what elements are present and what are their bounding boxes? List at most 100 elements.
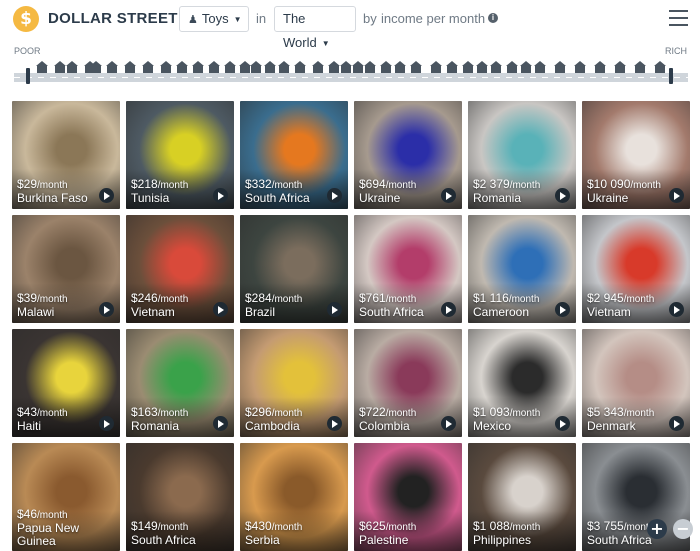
house-icon[interactable] <box>410 61 422 73</box>
house-icon[interactable] <box>446 61 458 73</box>
house-icon[interactable] <box>264 61 276 73</box>
play-icon[interactable] <box>555 188 570 203</box>
house-icon[interactable] <box>294 61 306 73</box>
photo-tile[interactable]: $1 093/month Mexico <box>468 329 576 437</box>
photo-tile[interactable]: $149/month South Africa <box>126 443 234 551</box>
photo-tile[interactable]: $1 088/month Philippines <box>468 443 576 551</box>
photo-tile[interactable]: $2 945/month Vietnam <box>582 215 690 323</box>
photo-tile[interactable]: $218/month Tunisia <box>126 101 234 209</box>
play-icon[interactable] <box>327 302 342 317</box>
photo-tile[interactable]: $10 090/month Ukraine <box>582 101 690 209</box>
site-title[interactable]: DOLLAR STREET <box>48 10 178 27</box>
house-icon[interactable] <box>312 61 324 73</box>
zoom-out-button[interactable]: − <box>673 519 693 539</box>
photo-tile[interactable]: $332/month South Africa <box>240 101 348 209</box>
house-icon[interactable] <box>380 61 392 73</box>
house-icon[interactable] <box>462 61 474 73</box>
house-icon[interactable] <box>352 61 364 73</box>
house-icon[interactable] <box>634 61 646 73</box>
house-icon[interactable] <box>520 61 532 73</box>
photo-tile[interactable]: $694/month Ukraine <box>354 101 462 209</box>
house-icon[interactable] <box>176 61 188 73</box>
photo-tile[interactable]: $430/month Serbia <box>240 443 348 551</box>
house-icon[interactable] <box>594 61 606 73</box>
hamburger-menu-icon[interactable] <box>669 10 688 26</box>
house-icon[interactable] <box>654 61 666 73</box>
dollar-coin-icon[interactable]: $ <box>13 6 39 32</box>
house-icon[interactable] <box>36 61 48 73</box>
photo-tile[interactable]: $3 755/month South Africa <box>582 443 690 551</box>
play-icon[interactable] <box>327 188 342 203</box>
play-icon[interactable] <box>441 188 456 203</box>
play-icon[interactable] <box>441 416 456 431</box>
play-icon[interactable] <box>555 302 570 317</box>
photo-tile[interactable]: $2 379/month Romania <box>468 101 576 209</box>
house-icon[interactable] <box>554 61 566 73</box>
min-income-handle[interactable] <box>26 68 30 84</box>
house-icon[interactable] <box>328 61 340 73</box>
play-icon[interactable] <box>669 416 684 431</box>
photo-tile[interactable]: $284/month Brazil <box>240 215 348 323</box>
photo-tile[interactable]: $46/month Papua New Guinea <box>12 443 120 551</box>
house-icon[interactable] <box>106 61 118 73</box>
play-icon[interactable] <box>327 416 342 431</box>
street-slider[interactable] <box>14 58 688 88</box>
house-icon[interactable] <box>160 61 172 73</box>
income-unit: /month <box>157 408 189 419</box>
play-icon[interactable] <box>669 188 684 203</box>
photo-tile[interactable]: $246/month Vietnam <box>126 215 234 323</box>
photo-tile[interactable]: $296/month Cambodia <box>240 329 348 437</box>
house-icon[interactable] <box>66 61 78 73</box>
photo-tile[interactable]: $29/month Burkina Faso <box>12 101 120 209</box>
play-icon[interactable] <box>99 188 114 203</box>
photo-tile[interactable]: $625/month Palestine <box>354 443 462 551</box>
photo-tile[interactable]: $1 116/month Cameroon <box>468 215 576 323</box>
photo-tile[interactable]: $761/month South Africa <box>354 215 462 323</box>
income-unit: /month <box>509 408 541 419</box>
house-icon[interactable] <box>278 61 290 73</box>
house-icon[interactable] <box>430 61 442 73</box>
house-icon[interactable] <box>90 61 102 73</box>
income-value: $3 755/month <box>587 519 654 533</box>
play-icon[interactable] <box>441 302 456 317</box>
house-icon[interactable] <box>394 61 406 73</box>
zoom-in-button[interactable]: + <box>647 519 667 539</box>
country-name: South Africa <box>359 305 424 319</box>
house-icon[interactable] <box>124 61 136 73</box>
play-icon[interactable] <box>99 302 114 317</box>
income-value: $1 088/month <box>473 519 540 533</box>
income-amount: $43 <box>17 405 38 419</box>
photo-tile[interactable]: $43/month Haiti <box>12 329 120 437</box>
photo-tile[interactable]: $163/month Romania <box>126 329 234 437</box>
photo-tile[interactable]: $39/month Malawi <box>12 215 120 323</box>
topic-dropdown[interactable]: ♟ Toys ▼ <box>179 6 249 32</box>
house-icon[interactable] <box>506 61 518 73</box>
house-icon[interactable] <box>250 61 262 73</box>
max-income-handle[interactable] <box>669 68 673 84</box>
photo-tile[interactable]: $5 343/month Denmark <box>582 329 690 437</box>
income-value: $332/month <box>245 177 302 191</box>
house-icon[interactable] <box>54 61 66 73</box>
house-icon[interactable] <box>142 61 154 73</box>
info-icon[interactable]: i <box>488 13 498 23</box>
play-icon[interactable] <box>99 416 114 431</box>
house-icon[interactable] <box>364 61 376 73</box>
play-icon[interactable] <box>213 302 228 317</box>
play-icon[interactable] <box>555 416 570 431</box>
play-icon[interactable] <box>213 416 228 431</box>
house-icon[interactable] <box>614 61 626 73</box>
house-icon[interactable] <box>574 61 586 73</box>
place-dropdown[interactable]: The World ▼ <box>274 6 356 50</box>
house-icon[interactable] <box>476 61 488 73</box>
income-amount: $246 <box>131 291 158 305</box>
income-unit: /month <box>623 294 655 305</box>
play-icon[interactable] <box>213 188 228 203</box>
house-icon[interactable] <box>340 61 352 73</box>
house-icon[interactable] <box>534 61 546 73</box>
play-icon[interactable] <box>669 302 684 317</box>
house-icon[interactable] <box>224 61 236 73</box>
photo-tile[interactable]: $722/month Colombia <box>354 329 462 437</box>
house-icon[interactable] <box>192 61 204 73</box>
house-icon[interactable] <box>208 61 220 73</box>
house-icon[interactable] <box>490 61 502 73</box>
